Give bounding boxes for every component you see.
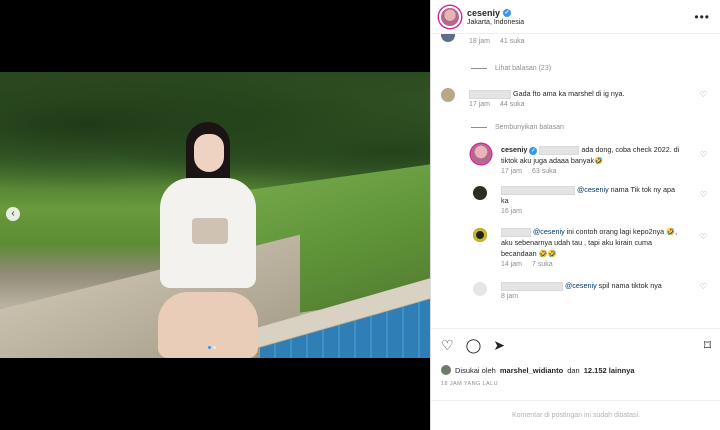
comment-text: Gada fto ama ka marshel di ig nya. <box>513 89 625 98</box>
comments-list[interactable]: 18 jam 41 suka Lihat balasan (23) Gada f… <box>431 34 720 328</box>
commenter-avatar[interactable] <box>441 34 455 42</box>
reply-text: ini contoh orang lagi kepo2nya 🤣, <box>566 227 678 236</box>
reply-text-cont: ka <box>501 196 509 205</box>
liked-by-conj: dan <box>567 365 580 375</box>
reply-item: ceseniy ✓ ada dong, coba check 2022. di … <box>441 144 711 175</box>
author-username[interactable]: ceseniy <box>467 8 500 18</box>
reply-item: @ceseniy spil nama tiktok nya 8 jam ♡ <box>441 280 711 300</box>
verified-badge-icon: ✓ <box>529 147 538 155</box>
reply-text-cont: tiktok aku juga adaaa banyak🤣 <box>501 156 604 165</box>
liker-avatar[interactable] <box>441 365 451 375</box>
comment-item: Gada fto ama ka marshel di ig nya. 17 ja… <box>441 88 711 108</box>
post-header: ceseniy ✓ Jakarta, Indonesia ••• <box>431 0 720 34</box>
reply-like-icon[interactable]: ♡ <box>700 150 707 159</box>
liked-by-prefix: Disukai oleh <box>455 365 496 375</box>
reply-like-icon[interactable]: ♡ <box>700 282 707 291</box>
likes-count[interactable]: 12.152 lainnya <box>584 366 635 375</box>
commenter-avatar[interactable] <box>441 88 455 102</box>
comment-meta: 18 jam 41 suka <box>469 38 711 45</box>
carousel-dot-active <box>208 346 211 349</box>
reply-mention[interactable]: @ceseniy <box>577 185 609 194</box>
reply-time: 16 jam <box>501 208 523 215</box>
verified-badge-icon: ✓ <box>503 8 512 17</box>
reply-text: ada dong, coba check 2022. di <box>581 145 680 154</box>
heart-icon[interactable]: ♡ <box>441 337 454 353</box>
reply-item: @ceseniy nama Tik tok ny apa ka 16 jam ♡ <box>441 184 711 215</box>
reply-text-cont: becandaan 🤣🤣 <box>501 249 557 258</box>
post-actions: ♡ ◯ ➤ ⌑ Disukai oleh marshel_widianto da… <box>431 328 720 400</box>
photo-subject <box>150 122 260 358</box>
redacted-username <box>501 185 575 195</box>
post-location[interactable]: Jakarta, Indonesia <box>467 19 524 26</box>
reply-text: spil nama tiktok nya <box>598 281 662 290</box>
post-media-pane: ‹ <box>0 0 430 430</box>
reply-time: 17 jam <box>501 168 523 175</box>
reply-time: 14 jam <box>501 261 523 268</box>
reply-mention[interactable]: @ceseniy <box>533 227 565 236</box>
bookmark-icon[interactable]: ⌑ <box>704 337 711 354</box>
reply-mention[interactable]: @ceseniy <box>565 281 597 290</box>
subject-face <box>194 134 224 172</box>
post-sidebar: ceseniy ✓ Jakarta, Indonesia ••• 18 jam … <box>430 0 720 430</box>
carousel-prev-button[interactable]: ‹ <box>6 207 20 221</box>
reply-likes-count[interactable]: 63 suka <box>532 168 557 175</box>
reply-author-avatar[interactable] <box>473 282 487 296</box>
comment-like-icon[interactable]: ♡ <box>700 90 707 99</box>
more-options-icon[interactable]: ••• <box>694 10 710 24</box>
subject-top <box>192 218 228 244</box>
reply-author-avatar[interactable] <box>471 144 491 164</box>
share-icon[interactable]: ➤ <box>493 337 505 353</box>
carousel-dot <box>213 346 216 349</box>
redacted-username <box>501 227 531 237</box>
post-timestamp[interactable]: 18 JAM YANG LALU <box>441 381 711 387</box>
redacted-username <box>469 89 511 99</box>
reply-likes-count[interactable]: 7 suka <box>532 261 553 268</box>
redacted-username <box>539 145 580 155</box>
reply-like-icon[interactable]: ♡ <box>700 232 707 241</box>
reply-text: nama Tik tok ny apa <box>610 185 675 194</box>
post-photo[interactable] <box>0 72 430 358</box>
author-avatar[interactable] <box>439 5 461 28</box>
comments-disabled-notice: Komentar di postingan ini sudah dibatasi… <box>431 400 720 430</box>
reply-text-cont: aku sebenarnya udah tau , tapi aku kirai… <box>501 238 653 247</box>
reply-like-icon[interactable]: ♡ <box>700 190 707 199</box>
comment-time: 18 jam <box>469 38 491 45</box>
hide-replies-toggle[interactable]: Sembunyikan balasan <box>471 124 720 131</box>
reply-username[interactable]: ceseniy <box>501 145 527 154</box>
comment-likes-count[interactable]: 44 suka <box>500 101 525 108</box>
reply-item: @ceseniy ini contoh orang lagi kepo2nya … <box>441 226 711 268</box>
author-username-row: ceseniy ✓ <box>467 8 524 18</box>
hide-replies-label: Sembunyikan balasan <box>495 124 564 131</box>
reply-time: 8 jam <box>501 293 519 300</box>
view-replies-label: Lihat balasan (23) <box>495 65 552 72</box>
liked-by-row: Disukai oleh marshel_widianto dan 12.152… <box>441 365 711 375</box>
comment-likes-count[interactable]: 41 suka <box>500 38 525 45</box>
reply-author-avatar[interactable] <box>473 228 487 242</box>
comment-icon[interactable]: ◯ <box>466 337 482 353</box>
view-replies-toggle[interactable]: Lihat balasan (23) <box>471 65 720 72</box>
carousel-dots <box>208 346 216 349</box>
reply-author-avatar[interactable] <box>473 186 487 200</box>
liked-by-user[interactable]: marshel_widianto <box>500 366 563 375</box>
comment-time: 17 jam <box>469 101 491 108</box>
redacted-username <box>501 281 563 291</box>
